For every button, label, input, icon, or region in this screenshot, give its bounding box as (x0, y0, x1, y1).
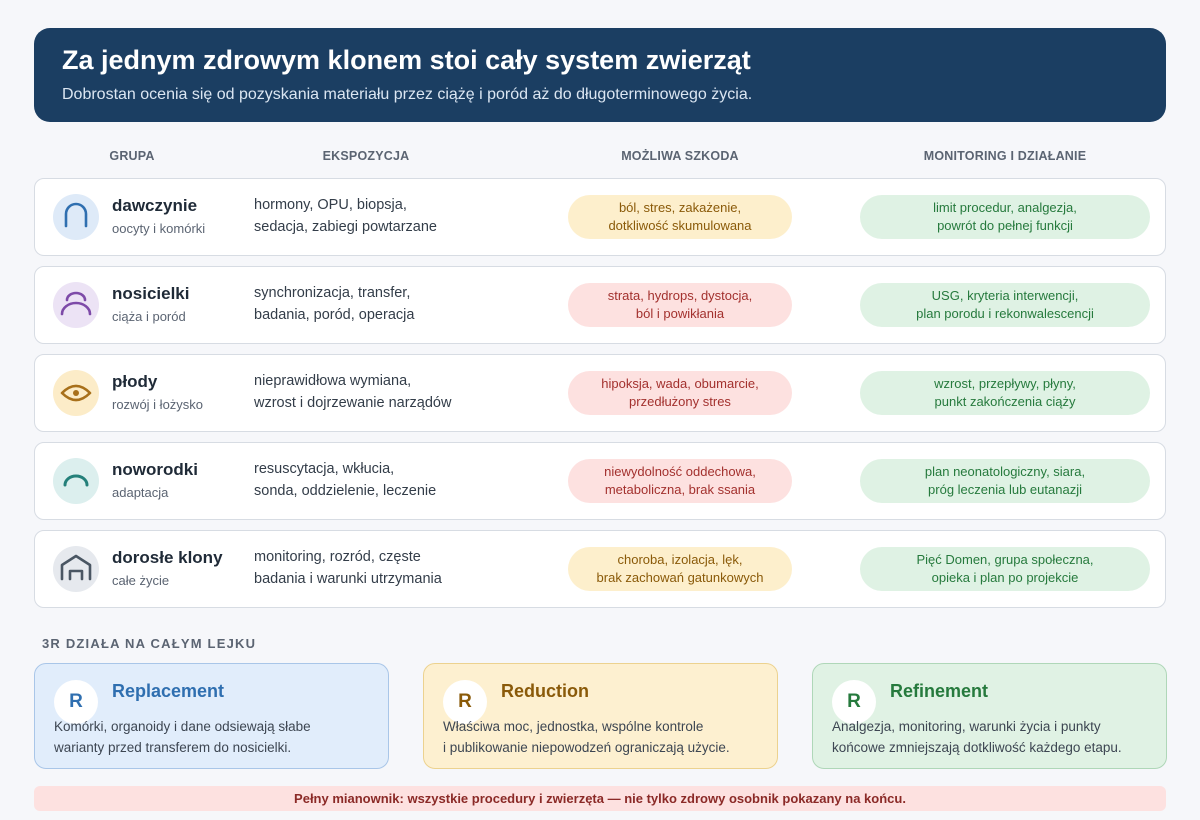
exposure-text: synchronizacja, transfer, badania, poród… (254, 282, 414, 326)
refinement-card: R Refinement Analgezja, monitoring, waru… (812, 663, 1167, 769)
dome-icon (53, 458, 99, 504)
exposure-line: nieprawidłowa wymiana, (254, 373, 412, 389)
exposure-line: sedacja, zabiegi powtarzane (254, 219, 437, 235)
exposure-text: monitoring, rozród, częste badania i war… (254, 546, 442, 590)
column-header-monitoring: MONITORING I DZIAŁANIE (923, 149, 1087, 163)
harm-pill: strata, hydrops, dystocja, ból i powikła… (568, 283, 792, 327)
card-title: Refinement (890, 681, 989, 701)
card-text: Właściwa moc, jednostka, wspólne kontrol… (443, 716, 730, 758)
harm-pill: ból, stres, zakażenie, dotkliwość skumul… (568, 195, 792, 239)
monitoring-line: Pięć Domen, grupa społeczna, (916, 552, 1094, 567)
header-banner: Za jednym zdrowym klonem stoi cały syste… (34, 28, 1166, 122)
monitoring-line: wzrost, przepływy, płyny, (934, 376, 1076, 391)
harm-line: strata, hydrops, dystocja, (607, 288, 753, 303)
harm-pill: niewydolność oddechowa, metaboliczna, br… (568, 459, 792, 503)
group-subtitle: całe życie (112, 573, 170, 588)
group-subtitle: rozwój i łożysko (112, 397, 204, 412)
harm-line: ból, stres, zakażenie, (618, 200, 742, 215)
column-header-group: GRUPA (109, 149, 155, 163)
group-subtitle: oocyty i komórki (112, 221, 206, 236)
pregnancy-icon (53, 282, 99, 328)
replacement-card: R Replacement Komórki, organoidy i dane … (34, 663, 389, 769)
card-text-line: warianty przed transferem do nosicielki. (54, 740, 292, 755)
exposure-text: resuscytacja, wkłucia, sonda, oddzieleni… (254, 458, 436, 502)
monitoring-pill: limit procedur, analgezja, powrót do peł… (860, 195, 1150, 239)
exposure-line: badania i warunki utrzymania (254, 571, 442, 587)
exposure-line: wzrost i dojrzewanie narządów (254, 395, 452, 411)
exposure-line: resuscytacja, wkłucia, (254, 461, 395, 477)
card-text-line: i publikowanie niepowodzeń ograniczają u… (443, 740, 730, 755)
harm-line: przedłużony stres (629, 394, 731, 409)
exposure-line: monitoring, rozród, częste (254, 549, 421, 565)
table-row: nosicielki ciąża i poród synchronizacja,… (34, 266, 1166, 344)
monitoring-line: plan porodu i rekonwalescencji (916, 306, 1094, 321)
monitoring-pill: Pięć Domen, grupa społeczna, opieka i pl… (860, 547, 1150, 591)
harm-line: choroba, izolacja, lęk, (617, 552, 743, 567)
card-title: Replacement (112, 681, 225, 701)
footer-note: Pełny mianownik: wszystkie procedury i z… (34, 786, 1166, 811)
eye-icon (53, 370, 99, 416)
monitoring-line: limit procedur, analgezja, (933, 200, 1077, 215)
monitoring-line: USG, kryteria interwencji, (931, 288, 1079, 303)
exposure-line: synchronizacja, transfer, (254, 285, 411, 301)
group-subtitle: adaptacja (112, 485, 169, 500)
group-title: płody (112, 372, 158, 391)
section-title: 3R DZIAŁA NA CAŁYM LEJKU (42, 636, 257, 651)
group-title: nosicielki (112, 284, 190, 303)
group-subtitle: ciąża i poród (112, 309, 186, 324)
monitoring-line: plan neonatologiczny, siara, (924, 464, 1086, 479)
card-text-line: Właściwa moc, jednostka, wspólne kontrol… (443, 719, 704, 734)
exposure-text: hormony, OPU, biopsja, sedacja, zabiegi … (254, 194, 437, 238)
card-text-line: końcowe zmniejszają dotkliwość każdego e… (832, 740, 1122, 755)
card-text: Analgezja, monitoring, warunki życia i p… (832, 716, 1122, 758)
exposure-line: hormony, OPU, biopsja, (254, 197, 407, 213)
monitoring-pill: plan neonatologiczny, siara, próg leczen… (860, 459, 1150, 503)
monitoring-pill: wzrost, przepływy, płyny, punkt zakończe… (860, 371, 1150, 415)
column-header-exposure: EKSPOZYCJA (322, 149, 410, 163)
card-title: Reduction (501, 681, 589, 701)
group-title: dawczynie (112, 196, 198, 215)
harm-line: brak zachowań gatunkowych (596, 570, 764, 585)
exposure-line: sonda, oddzielenie, leczenie (254, 483, 437, 499)
table-row: dawczynie oocyty i komórki hormony, OPU,… (34, 178, 1166, 256)
harm-line: niewydolność oddechowa, (604, 464, 756, 479)
harm-line: metaboliczna, brak ssania (604, 482, 756, 497)
harm-line: dotkliwość skumulowana (608, 218, 752, 233)
table-row: płody rozwój i łożysko nieprawidłowa wym… (34, 354, 1166, 432)
table-row: dorosłe klony całe życie monitoring, roz… (34, 530, 1166, 608)
monitoring-line: próg leczenia lub eutanazji (928, 482, 1082, 497)
harm-line: hipoksja, wada, obumarcie, (601, 376, 759, 391)
exposure-line: badania, poród, operacja (254, 307, 415, 323)
monitoring-line: powrót do pełnej funkcji (937, 218, 1073, 233)
exposure-text: nieprawidłowa wymiana, wzrost i dojrzewa… (254, 370, 451, 414)
monitoring-pill: USG, kryteria interwencji, plan porodu i… (860, 283, 1150, 327)
barn-icon (53, 546, 99, 592)
monitoring-line: opieka i plan po projekcie (931, 570, 1079, 585)
monitoring-line: punkt zakończenia ciąży (934, 394, 1076, 409)
card-text-line: Komórki, organoidy i dane odsiewają słab… (54, 719, 311, 734)
harm-line: ból i powikłania (635, 306, 725, 321)
group-title: noworodki (112, 460, 198, 479)
column-header-harm: MOŻLIWA SZKODA (621, 149, 739, 163)
card-text: Komórki, organoidy i dane odsiewają słab… (54, 716, 311, 758)
page-title: Za jednym zdrowym klonem stoi cały syste… (62, 45, 751, 75)
arch-icon (53, 194, 99, 240)
card-text-line: Analgezja, monitoring, warunki życia i p… (832, 719, 1101, 734)
harm-pill: choroba, izolacja, lęk, brak zachowań ga… (568, 547, 792, 591)
page-subtitle: Dobrostan ocenia się od pozyskania mater… (62, 86, 753, 103)
group-title: dorosłe klony (112, 548, 223, 567)
reduction-card: R Reduction Właściwa moc, jednostka, wsp… (423, 663, 778, 769)
table-row: noworodki adaptacja resuscytacja, wkłuci… (34, 442, 1166, 520)
harm-pill: hipoksja, wada, obumarcie, przedłużony s… (568, 371, 792, 415)
